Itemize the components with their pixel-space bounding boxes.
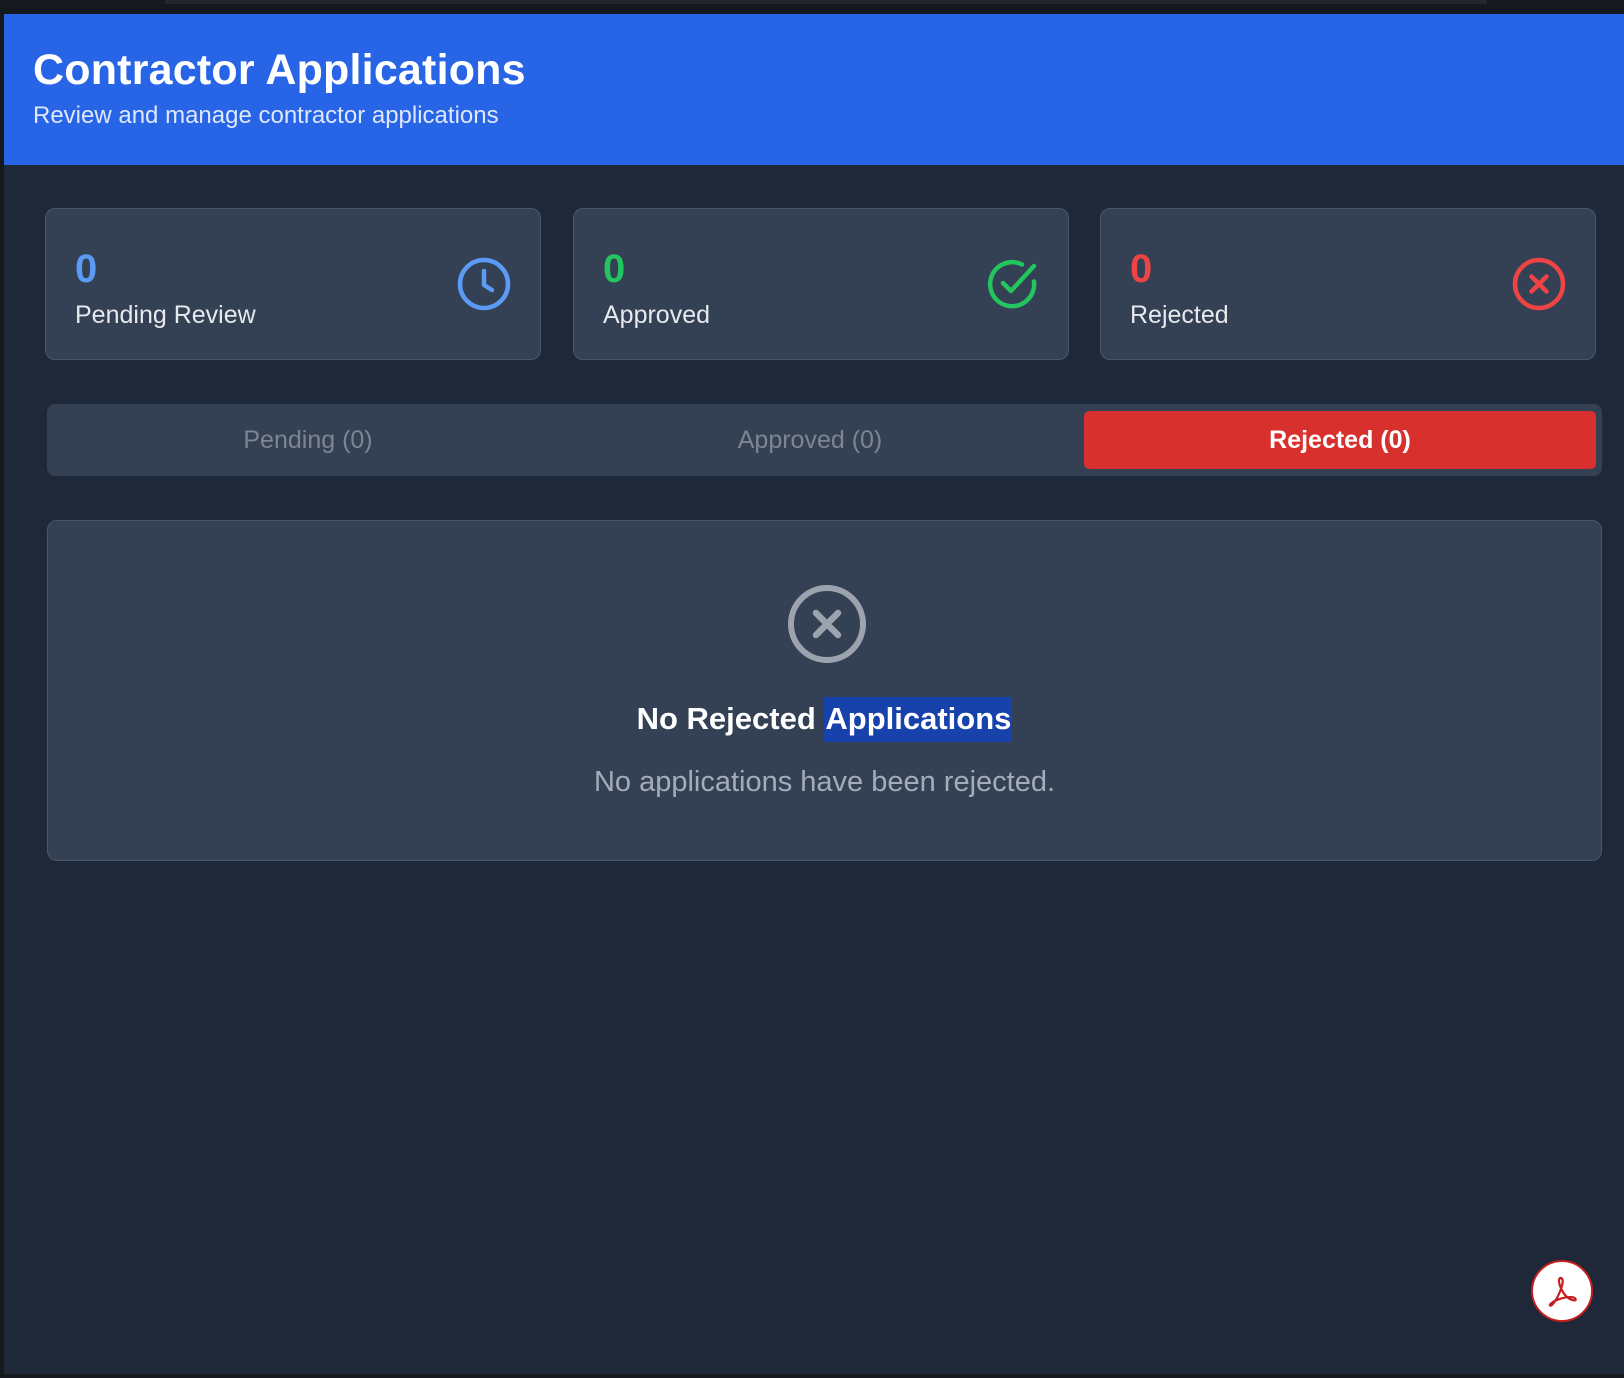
empty-state-description: No applications have been rejected.: [593, 766, 1056, 798]
rejected-label: Rejected: [1130, 301, 1229, 329]
stat-card-pending: 0 Pending Review: [45, 208, 541, 360]
tab-pending[interactable]: Pending (0): [52, 411, 564, 469]
clock-icon: [457, 257, 511, 311]
status-tabs: Pending (0) Approved (0) Rejected (0): [47, 404, 1602, 476]
browser-top-strip-inner: [165, 0, 1487, 4]
app-window: Contractor Applications Review and manag…: [4, 14, 1624, 1374]
check-circle-icon: [987, 259, 1037, 309]
empty-state-title: No Rejected Applications: [48, 697, 1601, 742]
empty-state-title-prefix: No Rejected: [636, 701, 816, 736]
pdf-export-button[interactable]: [1531, 1260, 1593, 1322]
x-circle-icon: [1512, 257, 1566, 311]
page-title: Contractor Applications: [33, 46, 526, 94]
stat-card-rejected: 0 Rejected: [1100, 208, 1596, 360]
tab-approved[interactable]: Approved (0): [554, 411, 1066, 469]
browser-top-strip: [0, 0, 1624, 14]
page-subtitle: Review and manage contractor application…: [33, 102, 499, 129]
window-bottom-strip: [0, 1374, 1624, 1378]
empty-state-panel: No Rejected Applications No applications…: [47, 520, 1602, 861]
tab-rejected[interactable]: Rejected (0): [1084, 411, 1596, 469]
approved-label: Approved: [603, 301, 711, 329]
approved-count: 0: [603, 247, 626, 291]
pending-count: 0: [75, 247, 98, 291]
stat-card-approved: 0 Approved: [573, 208, 1069, 360]
page-header: Contractor Applications Review and manag…: [4, 14, 1624, 165]
pdf-icon: [1548, 1276, 1577, 1307]
pending-label: Pending Review: [75, 301, 256, 329]
x-circle-icon: [788, 585, 866, 663]
rejected-count: 0: [1130, 247, 1153, 291]
selected-text-highlight: Applications: [824, 697, 1013, 742]
